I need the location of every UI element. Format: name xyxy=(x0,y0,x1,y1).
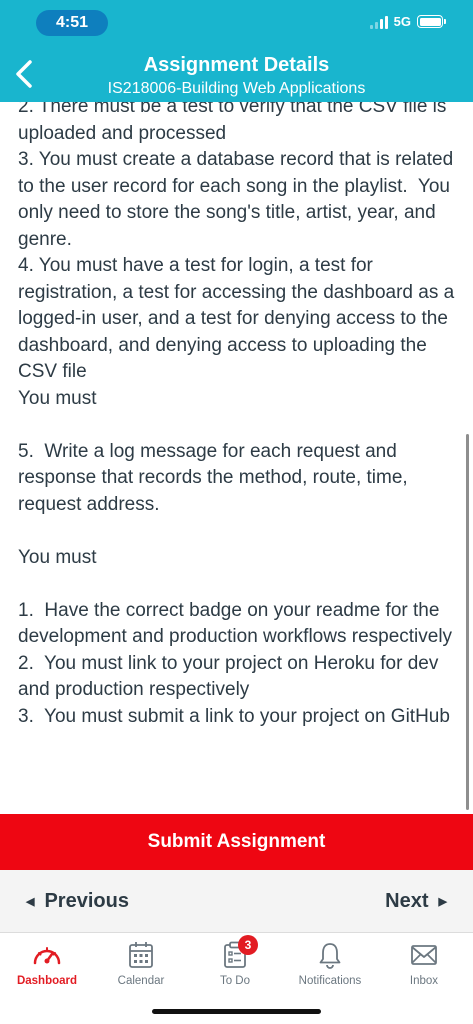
network-label: 5G xyxy=(393,14,411,29)
description-paragraph: 1. Have the correct badge on your readme… xyxy=(18,599,453,648)
previous-button[interactable]: ◀ Previous xyxy=(26,890,129,913)
signal-icon xyxy=(369,15,388,29)
status-time: 4:51 xyxy=(36,10,108,36)
calendar-icon xyxy=(129,942,153,968)
tab-label: Dashboard xyxy=(16,975,78,987)
tab-label: To Do xyxy=(219,975,251,987)
description-paragraph: You must xyxy=(18,387,97,409)
tab-label: Inbox xyxy=(409,975,439,987)
description-paragraph: You must xyxy=(18,546,97,568)
next-label: Next xyxy=(385,889,429,912)
description-paragraph: 3. You must submit a link to your projec… xyxy=(18,705,450,727)
scrollbar[interactable] xyxy=(466,434,469,810)
tab-dashboard[interactable]: Dashboard xyxy=(0,939,94,987)
tab-calendar[interactable]: Calendar xyxy=(94,939,188,987)
next-button[interactable]: Next ▶ xyxy=(385,890,447,913)
home-indicator xyxy=(152,1009,321,1014)
description-paragraph: 2. You must link to your project on Hero… xyxy=(18,652,444,701)
bell-icon xyxy=(319,943,341,969)
description-paragraph: 2. There must be a test to verify that t… xyxy=(18,102,452,144)
app-header: 4:51 5G Assignment Details IS218006-Buil… xyxy=(0,0,473,102)
todo-count-badge: 3 xyxy=(238,935,258,955)
previous-label: Previous xyxy=(44,889,129,912)
assignment-description[interactable]: 2. There must be a test to verify that t… xyxy=(0,102,473,814)
submit-assignment-button[interactable]: Submit Assignment xyxy=(0,814,473,870)
status-indicators: 5G xyxy=(369,14,446,29)
tab-notifications[interactable]: Notifications xyxy=(283,939,377,987)
envelope-icon xyxy=(411,945,437,965)
caret-right-icon: ▶ xyxy=(438,895,447,908)
speedometer-icon xyxy=(33,947,61,965)
description-paragraph: 5. Write a log message for each request … xyxy=(18,440,413,515)
tab-label: Calendar xyxy=(117,975,165,987)
caret-left-icon: ◀ xyxy=(26,895,35,908)
battery-icon xyxy=(417,15,446,28)
description-paragraph: 4. You must have a test for login, a tes… xyxy=(18,255,460,382)
description-text: 2. There must be a test to verify that t… xyxy=(18,102,457,730)
pager-bar: ◀ Previous Next ▶ xyxy=(0,870,473,932)
page-title: Assignment Details xyxy=(143,54,330,76)
description-paragraph: 3. You must create a database record tha… xyxy=(18,149,459,250)
course-subtitle: IS218006-Building Web Applications xyxy=(107,80,366,97)
tab-to-do[interactable]: 3 To Do xyxy=(188,935,282,987)
tab-inbox[interactable]: Inbox xyxy=(377,939,471,987)
tab-label: Notifications xyxy=(298,975,362,987)
